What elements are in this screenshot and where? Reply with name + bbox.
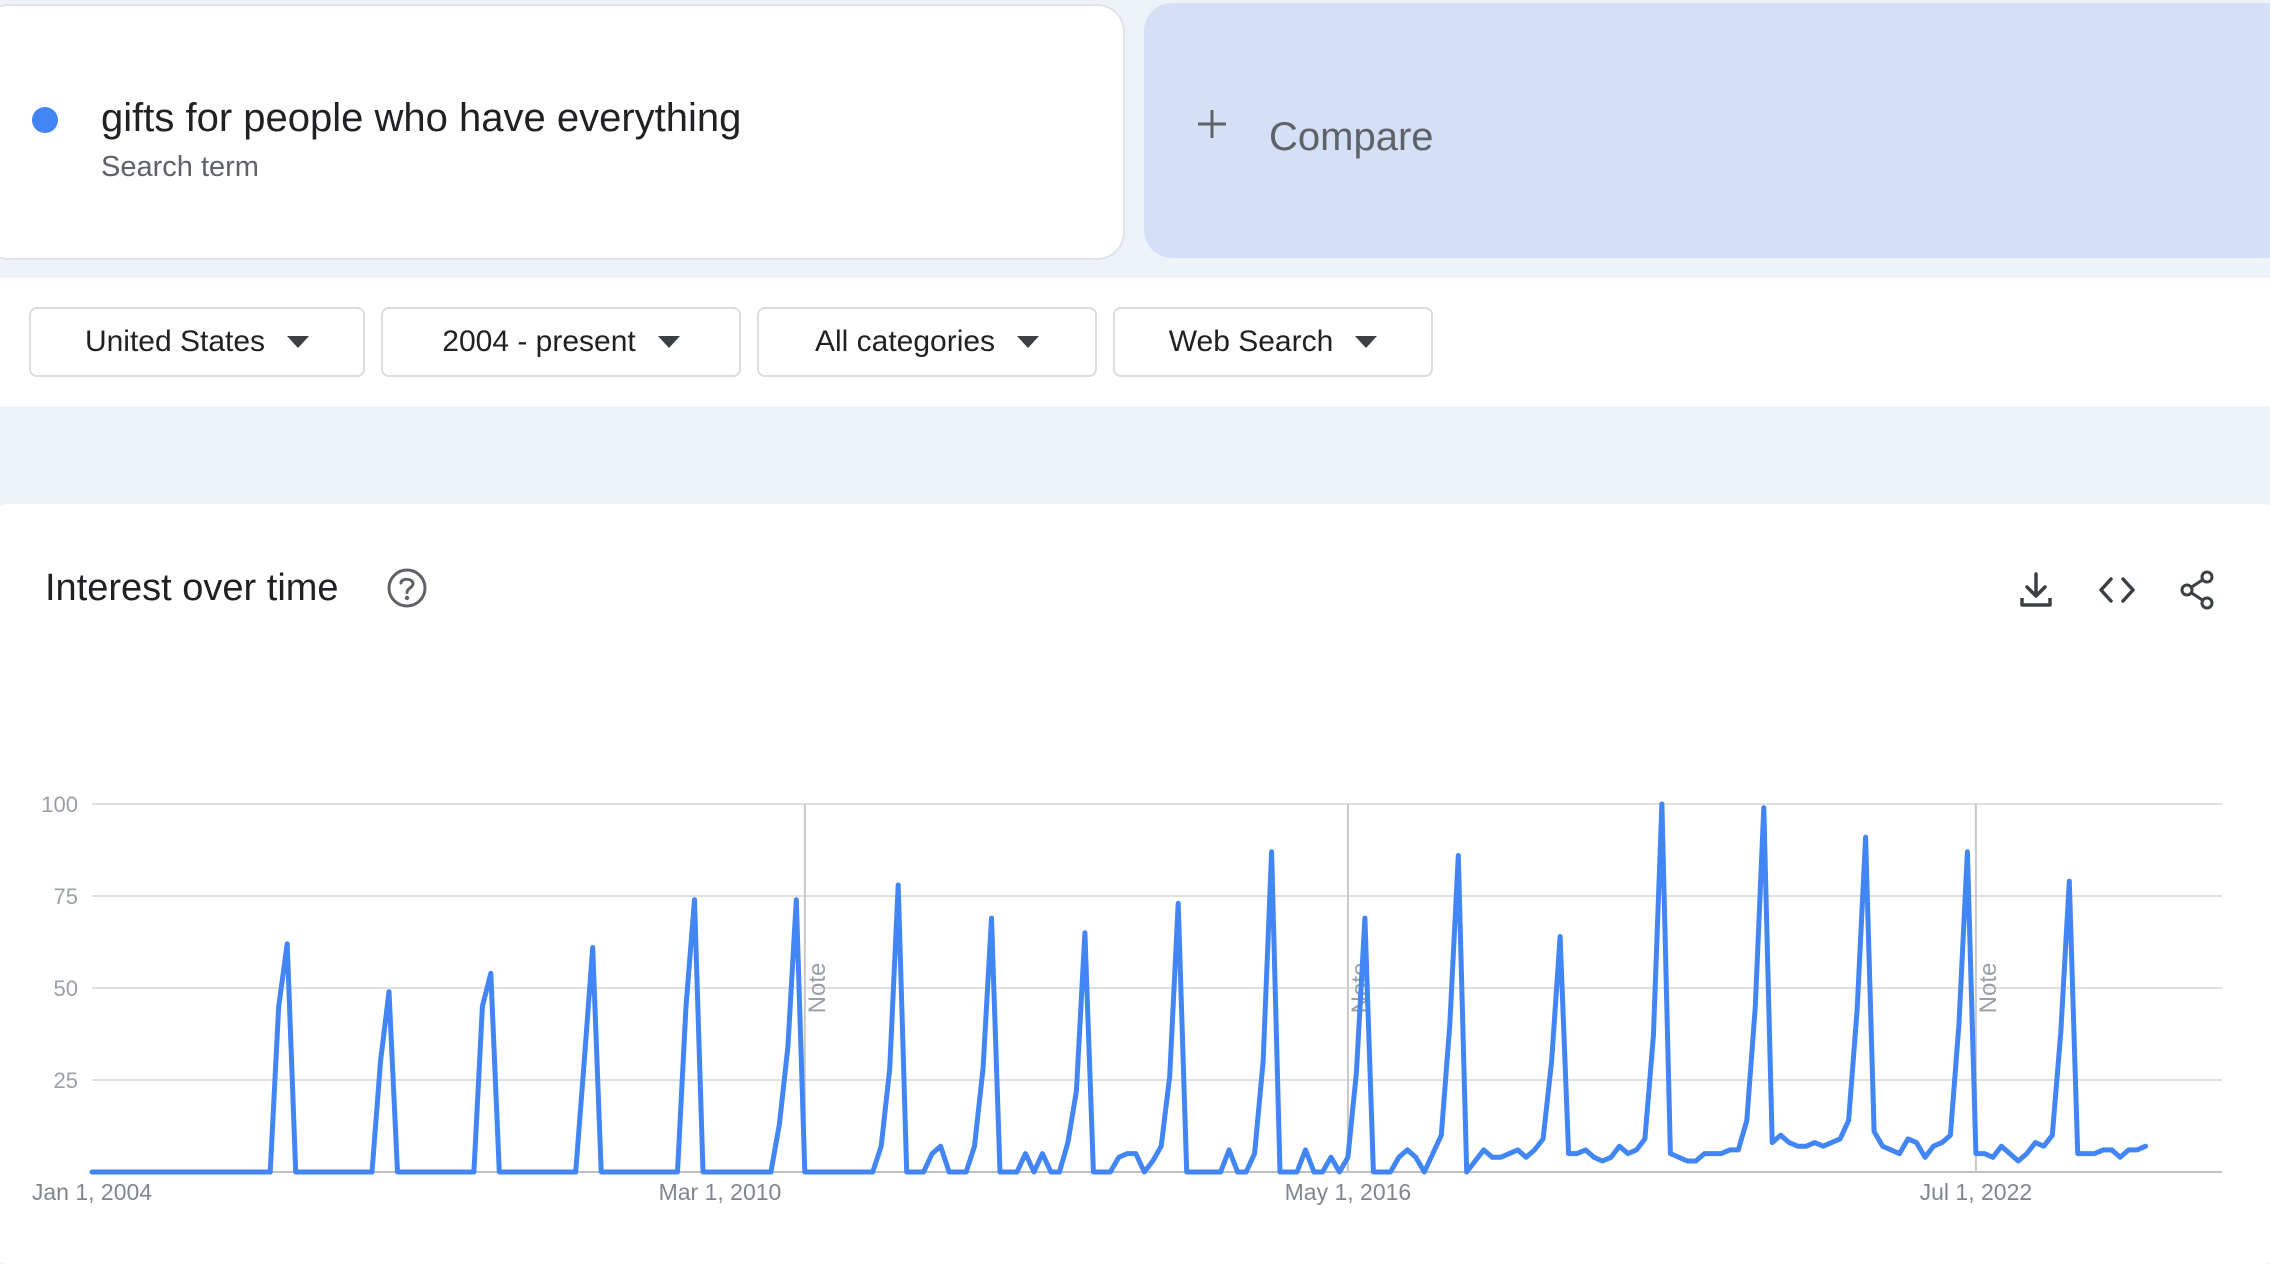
plus-icon — [1198, 110, 1226, 138]
chevron-down-icon — [287, 336, 310, 348]
download-icon[interactable] — [2014, 568, 2058, 612]
chevron-down-icon — [657, 336, 680, 348]
x-tick-label: May 1, 2016 — [1285, 1179, 1412, 1205]
time-range-filter[interactable]: 2004 - present — [381, 307, 741, 377]
note-label: Note — [804, 963, 831, 1014]
search-term-card[interactable]: gifts for people who have everything Sea… — [0, 4, 1125, 260]
series-color-dot — [32, 107, 58, 133]
search-term-text[interactable]: gifts for people who have everything — [101, 96, 741, 141]
compare-label: Compare — [1269, 115, 1434, 159]
help-icon[interactable] — [386, 567, 428, 609]
y-tick-label: 75 — [54, 884, 78, 909]
region-filter[interactable]: United States — [29, 307, 365, 377]
category-filter[interactable]: All categories — [757, 307, 1097, 377]
chevron-down-icon — [1355, 336, 1378, 348]
note-label: Note — [1975, 963, 2002, 1014]
share-icon[interactable] — [2175, 568, 2219, 612]
search-type-filter-label: Web Search — [1168, 325, 1334, 358]
x-tick-label: Jul 1, 2022 — [1920, 1179, 2033, 1205]
chevron-down-icon — [1017, 336, 1040, 348]
region-filter-label: United States — [84, 325, 266, 358]
interest-over-time-chart: 255075100Note Note NoteJan 1, 2004 Mar 1, 2… — [32, 792, 2222, 1205]
time-range-filter-label: 2004 - present — [442, 325, 636, 358]
x-tick-label: Jan 1, 2004 — [32, 1179, 152, 1205]
y-tick-label: 50 — [54, 976, 78, 1001]
y-tick-label: 100 — [41, 792, 78, 817]
x-tick-label: Mar 1, 2010 — [659, 1179, 782, 1205]
search-type-filter[interactable]: Web Search — [1113, 307, 1433, 377]
compare-button[interactable]: Compare — [1144, 3, 2270, 258]
y-tick-label: 25 — [54, 1068, 78, 1093]
search-term-subtitle: Search term — [101, 151, 259, 183]
category-filter-label: All categories — [814, 325, 996, 358]
section-title: Interest over time — [45, 567, 339, 609]
embed-code-icon[interactable] — [2095, 568, 2139, 612]
